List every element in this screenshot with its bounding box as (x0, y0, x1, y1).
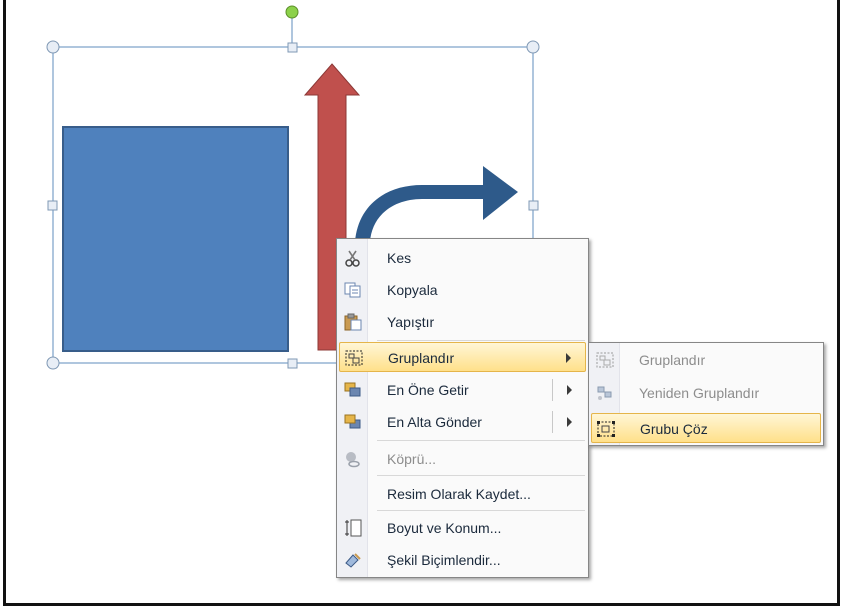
submenu-arrow-icon[interactable] (567, 385, 572, 395)
menu-item-label: En Öne Getir (387, 382, 469, 398)
regroup-icon (597, 386, 612, 400)
resize-handle-right[interactable] (528, 200, 539, 211)
hyperlink-icon (346, 452, 360, 468)
bring-front-icon (344, 382, 361, 397)
split-divider (552, 379, 553, 401)
menu-item-label: Kopyala (387, 282, 438, 298)
scissors-icon (345, 250, 360, 267)
group-submenu: Gruplandır Yeniden Gruplandır Grubu Çöz (588, 342, 824, 446)
resize-handle-top-right[interactable] (526, 40, 540, 54)
split-divider (552, 411, 553, 433)
paste-icon (344, 313, 362, 331)
submenu-item-label: Yeniden Gruplandır (639, 385, 760, 401)
group-icon (345, 350, 363, 366)
menu-separator (377, 340, 585, 341)
rotate-handle[interactable] (285, 5, 299, 19)
submenu-arrow-icon (566, 353, 571, 363)
copy-icon (344, 282, 361, 298)
context-menu: Kes Kopyala Yapıştır Gruplandır En Öne G… (336, 238, 589, 578)
submenu-item-label: Gruplandır (639, 352, 706, 368)
group-icon (596, 352, 614, 368)
bent-arrow-shape[interactable] (355, 166, 518, 242)
menu-separator (377, 440, 585, 441)
ungroup-icon (597, 421, 615, 437)
menu-item-label: Kes (387, 250, 412, 266)
menu-separator (377, 475, 585, 476)
resize-handle-left[interactable] (47, 200, 58, 211)
resize-handle-top-left[interactable] (46, 40, 60, 54)
resize-handle-bottom[interactable] (287, 358, 298, 369)
menu-item-resim-olarak-kaydet[interactable]: Resim Olarak Kaydet... (339, 479, 586, 509)
menu-separator (377, 510, 585, 511)
menu-item-label: Şekil Biçimlendir... (387, 552, 501, 568)
menu-item-sekil-bicimlendir[interactable]: Şekil Biçimlendir... (339, 545, 586, 575)
submenu-item-label: Grubu Çöz (640, 421, 708, 437)
menu-item-label: Gruplandır (388, 350, 455, 366)
submenu-arrow-icon[interactable] (567, 417, 572, 427)
menu-item-en-one-getir[interactable]: En Öne Getir (339, 375, 586, 405)
menu-item-boyut-ve-konum[interactable]: Boyut ve Konum... (339, 513, 586, 543)
menu-item-label: Boyut ve Konum... (387, 520, 502, 536)
menu-item-en-alta-gonder[interactable]: En Alta Gönder (339, 407, 586, 437)
menu-item-kes[interactable]: Kes (339, 243, 586, 273)
size-position-icon (345, 519, 362, 537)
menu-item-gruplandir[interactable]: Gruplandır (339, 342, 586, 372)
menu-item-label: Köprü... (387, 451, 437, 467)
format-shape-icon (345, 553, 361, 568)
menu-item-yapistir[interactable]: Yapıştır (339, 307, 586, 337)
resize-handle-top[interactable] (287, 42, 298, 53)
menu-item-label: Yapıştır (387, 314, 435, 330)
menu-item-label: Resim Olarak Kaydet... (387, 486, 531, 502)
blue-square-shape[interactable] (62, 126, 289, 352)
send-back-icon (344, 414, 361, 429)
submenu-item-yeniden-gruplandir[interactable]: Yeniden Gruplandır (591, 378, 821, 408)
menu-item-kopyala[interactable]: Kopyala (339, 275, 586, 305)
submenu-item-gruplandir[interactable]: Gruplandır (591, 345, 821, 375)
menu-item-label: En Alta Gönder (387, 414, 482, 430)
submenu-item-grubu-coz[interactable]: Grubu Çöz (591, 413, 821, 443)
menu-item-kopru[interactable]: Köprü... (339, 444, 586, 474)
resize-handle-bottom-left[interactable] (46, 356, 60, 370)
